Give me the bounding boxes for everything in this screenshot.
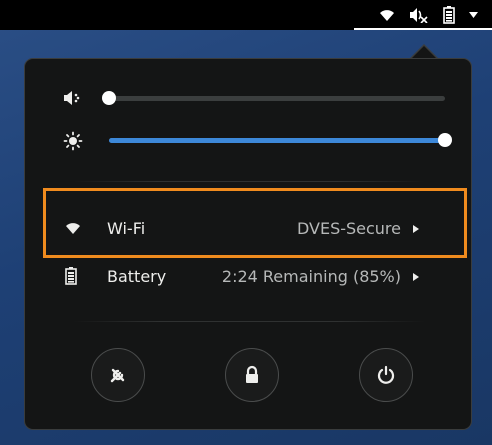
settings-icon <box>110 368 125 383</box>
battery-status: 2:24 Remaining (85%) <box>221 267 401 286</box>
wifi-highlight-box <box>43 188 467 258</box>
separator <box>73 181 425 182</box>
volume-slider-knob[interactable] <box>102 91 116 105</box>
battery-label: Battery <box>107 267 167 286</box>
power-button[interactable] <box>359 348 413 402</box>
volume-icon <box>64 91 80 105</box>
top-bar <box>0 0 492 30</box>
volume-muted-icon <box>410 8 428 23</box>
brightness-slider-row <box>25 129 452 153</box>
brightness-slider-knob[interactable] <box>438 133 452 147</box>
brightness-icon <box>63 131 83 151</box>
battery-menu-item[interactable]: Battery 2:24 Remaining (85%) <box>25 255 449 299</box>
dropdown-arrow-icon <box>469 12 478 18</box>
brightness-slider[interactable] <box>109 133 452 147</box>
settings-button[interactable] <box>91 348 145 402</box>
tray-active-indicator <box>354 28 492 30</box>
lock-button[interactable] <box>225 348 279 402</box>
submenu-arrow-icon <box>413 273 419 281</box>
battery-icon <box>443 6 455 24</box>
volume-slider-row <box>25 87 449 111</box>
system-tray[interactable] <box>363 0 492 30</box>
separator <box>73 321 425 322</box>
lock-icon <box>246 365 258 383</box>
volume-slider[interactable] <box>102 91 445 105</box>
power-icon <box>377 365 395 384</box>
battery-icon <box>65 267 77 285</box>
wifi-icon <box>380 10 394 21</box>
brightness-slider-fill <box>109 138 445 143</box>
